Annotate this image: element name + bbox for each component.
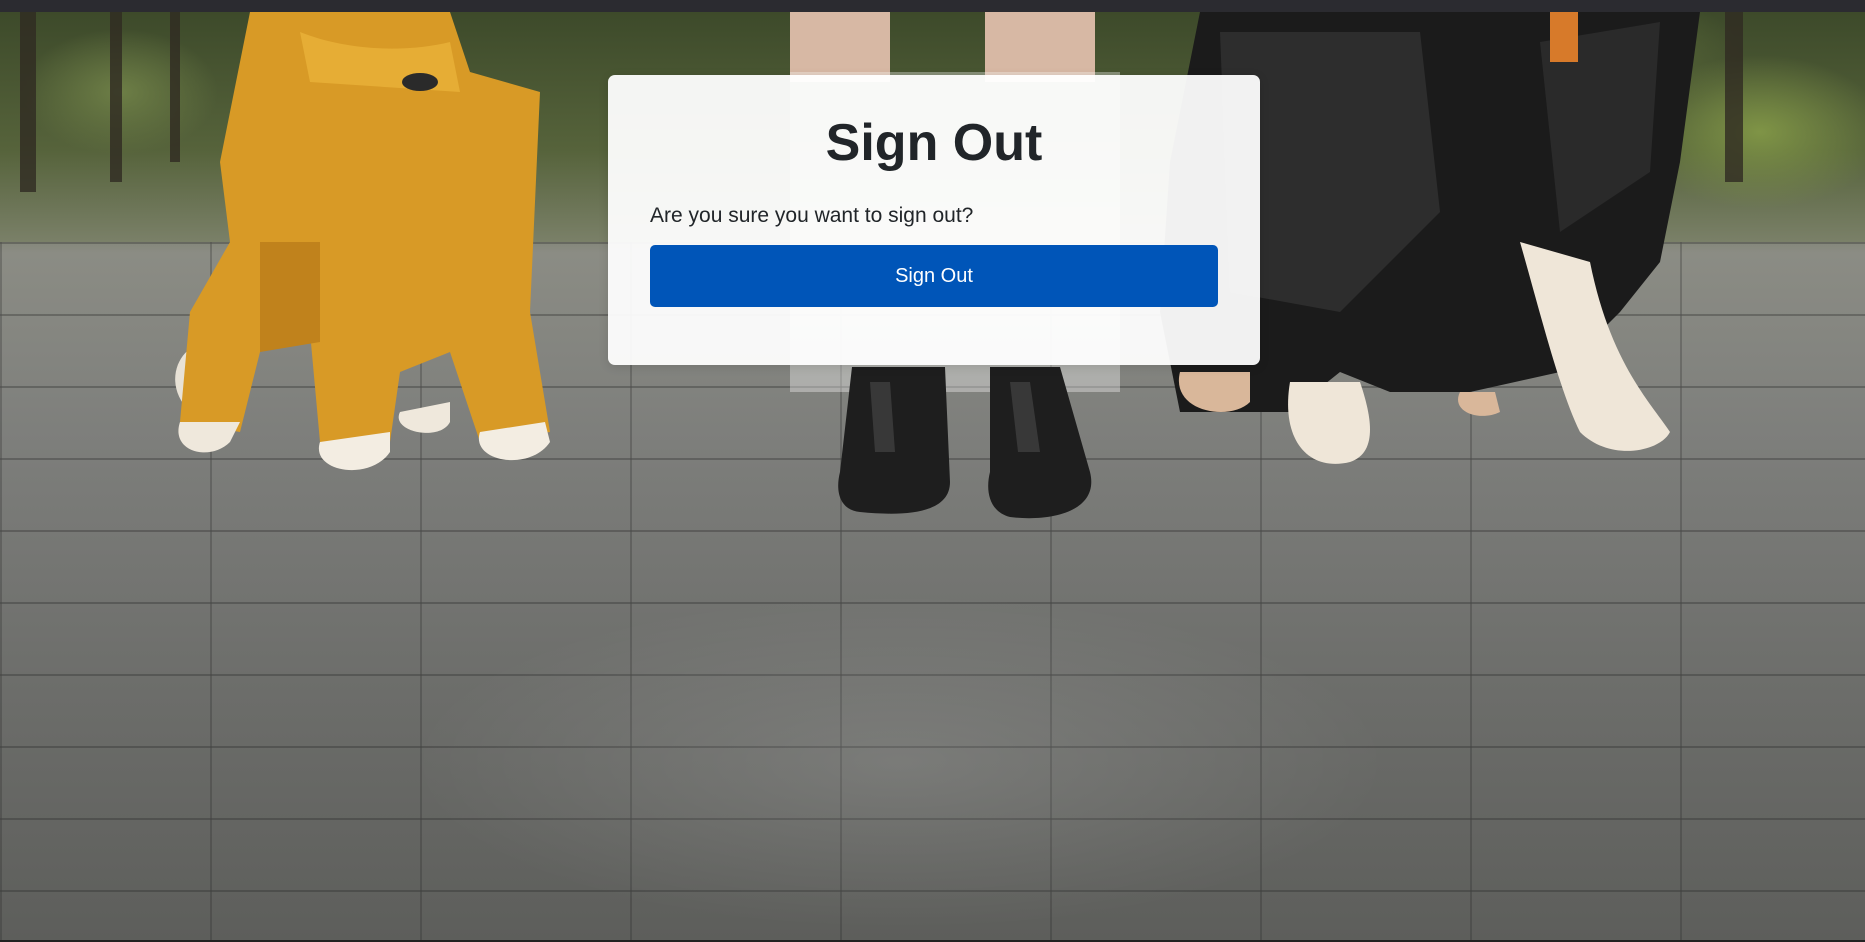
page-title: Sign Out	[825, 114, 1043, 172]
tree-trunk	[20, 12, 36, 192]
window-top-bar	[0, 0, 1865, 12]
tree-trunk	[110, 12, 122, 182]
signout-confirmation-text: Are you sure you want to sign out?	[650, 204, 974, 227]
dog-in-yellow-raincoat	[175, 12, 550, 471]
signout-card: Sign Out Are you sure you want to sign o…	[608, 75, 1260, 365]
sign-out-button[interactable]: Sign Out	[650, 245, 1218, 308]
